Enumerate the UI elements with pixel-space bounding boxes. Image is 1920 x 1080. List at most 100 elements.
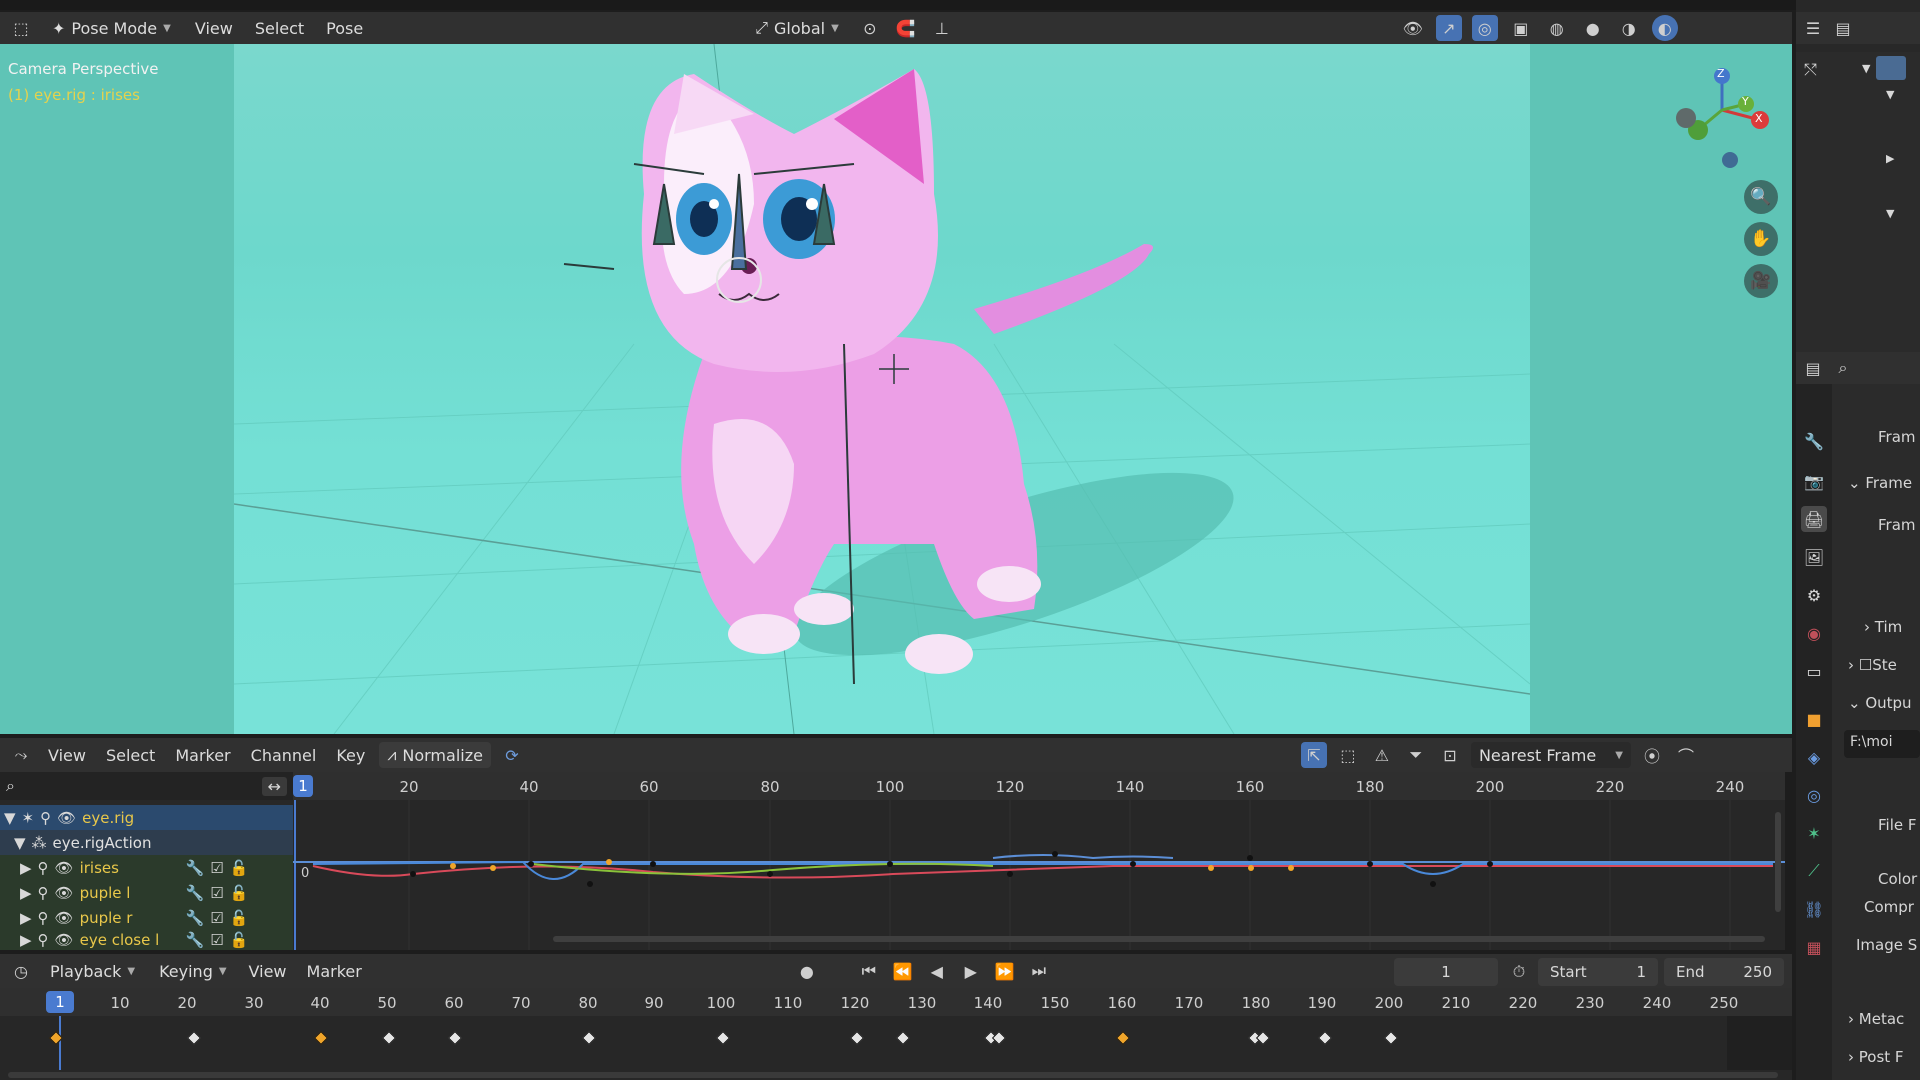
eye-icon[interactable]: 👁 (55, 931, 74, 949)
tool-tab-icon[interactable]: 🔧 (1801, 428, 1827, 454)
keyframe[interactable] (715, 1030, 731, 1046)
properties-type-icon[interactable]: ▤ (1800, 355, 1826, 381)
expand-icon[interactable]: ▼ (1862, 62, 1870, 75)
start-frame-field[interactable]: Start 1 (1538, 958, 1658, 986)
post-processing-section[interactable]: › Post F (1848, 1048, 1904, 1066)
expand-icon[interactable]: ▶ (20, 931, 32, 949)
metadata-section[interactable]: › Metac (1848, 1010, 1904, 1028)
render-tab-icon[interactable]: 📷 (1801, 468, 1827, 494)
proportional-edit-icon[interactable]: ⦿ (1639, 742, 1665, 768)
channel-row[interactable]: ▶ ⚲ 👁 puple r 🔧 ☑ 🔓 (0, 905, 293, 930)
object-tab-icon[interactable]: ■ (1801, 706, 1827, 732)
end-frame-field[interactable]: End 250 (1664, 958, 1784, 986)
texture-tab-icon[interactable]: ▦ (1801, 934, 1827, 960)
expand-icon[interactable]: ▼ (14, 834, 26, 852)
pin-icon[interactable]: ⚲ (38, 859, 49, 877)
menu-select[interactable]: Select (249, 19, 310, 38)
channel-row[interactable]: ▶ ⚲ 👁 eye close l 🔧 ☑ 🔓 (0, 930, 293, 950)
graph-h-scrollbar[interactable] (553, 936, 1765, 942)
tl-menu-view[interactable]: View (243, 962, 293, 981)
outliner-filter-icon[interactable]: ⤲ (1804, 60, 1817, 80)
keyframe[interactable] (1115, 1030, 1131, 1046)
modifier-tab-icon[interactable]: ◈ (1801, 744, 1827, 770)
stereoscopy-section[interactable]: › ☐Ste (1848, 656, 1897, 674)
wrench-icon[interactable]: 🔧 (186, 931, 205, 949)
swap-arrows-icon[interactable]: ↔ (261, 776, 287, 796)
view-layer-tab-icon[interactable]: 🖼 (1801, 544, 1827, 570)
menu-view[interactable]: View (189, 19, 239, 38)
navigation-gizmo[interactable]: Z Y X (1660, 62, 1770, 172)
playback-dropdown[interactable]: Playback ▼ (42, 958, 143, 984)
snap-mode-dropdown[interactable]: Nearest Frame ▼ (1470, 742, 1631, 768)
mode-dropdown[interactable]: ✦ Pose Mode ▼ (44, 15, 179, 41)
visibility-icon[interactable]: 👁 (1400, 15, 1426, 41)
record-icon[interactable]: ● (794, 958, 820, 984)
checkbox-icon[interactable]: ☐ (1859, 656, 1872, 674)
channel-row[interactable]: ▶ ⚲ 👁 irises 🔧 ☑ 🔓 (0, 855, 293, 880)
lock-icon[interactable]: 🔓 (230, 884, 249, 902)
pin-icon[interactable]: ⚲ (38, 909, 49, 927)
checkbox-icon[interactable]: ☑ (210, 884, 223, 902)
wrench-icon[interactable]: 🔧 (186, 884, 205, 902)
output-tab-icon[interactable]: 🖨 (1801, 506, 1827, 532)
tl-menu-marker[interactable]: Marker (301, 962, 368, 981)
ge-menu-key[interactable]: Key (330, 746, 371, 765)
wrench-icon[interactable]: 🔧 (186, 909, 205, 927)
snap-target-icon[interactable]: ⊥ (929, 15, 955, 41)
pivot-icon[interactable]: ⊙ (857, 15, 883, 41)
channel-search-input[interactable] (23, 776, 254, 796)
graph-ruler[interactable]: 1 20 40 60 80 100 120 140 160 180 200 22… (293, 772, 1785, 800)
output-path-field[interactable]: F:\moi (1844, 730, 1920, 758)
outliner-type-icon[interactable]: ☰ (1800, 15, 1826, 41)
eye-icon[interactable]: 👁 (55, 859, 74, 877)
eye-icon[interactable]: 👁 (57, 809, 76, 827)
channel-row[interactable]: ▼ ⁂ eye.rigAction (0, 830, 293, 855)
keyframe[interactable] (447, 1030, 463, 1046)
stopwatch-icon[interactable]: ⏱ (1506, 959, 1532, 985)
frame-section-header[interactable]: ⌄ Frame (1848, 474, 1912, 492)
search-icon[interactable]: ⌕ (1830, 355, 1856, 381)
expand-icon[interactable]: ▼ (1886, 207, 1894, 220)
lock-icon[interactable]: 🔓 (230, 931, 249, 949)
playhead-line[interactable] (59, 1016, 61, 1070)
orientation-dropdown[interactable]: ⤢ Global ▼ (747, 15, 847, 41)
jump-keyframe-forward-icon[interactable]: ⏩ (992, 958, 1018, 984)
expand-icon[interactable]: ▶ (20, 884, 32, 902)
checkbox-icon[interactable]: ☑ (210, 859, 223, 877)
expand-icon[interactable]: ▶ (20, 859, 32, 877)
snap-icon[interactable]: 🧲 (893, 15, 919, 41)
display-mode-icon[interactable]: ▤ (1830, 15, 1856, 41)
channel-row[interactable]: ▶ ⚲ 👁 puple l 🔧 ☑ 🔓 (0, 880, 293, 905)
scene-tab-icon[interactable]: ⚙ (1801, 582, 1827, 608)
editor-type-icon[interactable]: ⬚ (8, 15, 34, 41)
falloff-icon[interactable]: ⌒ (1673, 742, 1699, 768)
ge-menu-marker[interactable]: Marker (169, 746, 236, 765)
play-reverse-icon[interactable]: ◀ (924, 958, 950, 984)
timeline-type-icon[interactable]: ◷ (8, 958, 34, 984)
lock-icon[interactable]: 🔓 (230, 909, 249, 927)
keying-dropdown[interactable]: Keying ▼ (151, 958, 234, 984)
checkbox-icon[interactable]: ☑ (210, 931, 223, 949)
normalize-toggle[interactable]: ⩘ Normalize (379, 742, 491, 768)
camera-icon[interactable]: 🎥 (1744, 264, 1778, 298)
expand-icon[interactable]: ▶ (20, 909, 32, 927)
lock-icon[interactable]: 🔓 (230, 859, 249, 877)
graph-v-scrollbar[interactable] (1775, 812, 1781, 912)
wrench-icon[interactable]: 🔧 (186, 859, 205, 877)
refresh-icon[interactable]: ⟳ (499, 742, 525, 768)
ge-menu-select[interactable]: Select (100, 746, 161, 765)
armature-data-tab-icon[interactable]: ✶ (1801, 820, 1827, 846)
jump-keyframe-back-icon[interactable]: ⏪ (890, 958, 916, 984)
eye-icon[interactable]: 👁 (55, 909, 74, 927)
filter-icon[interactable]: ⏷ (1403, 742, 1429, 768)
ge-menu-channel[interactable]: Channel (245, 746, 323, 765)
pin-icon[interactable]: ⚲ (40, 809, 51, 827)
keyframe[interactable] (381, 1030, 397, 1046)
pivot-graph-icon[interactable]: ⊡ (1437, 742, 1463, 768)
play-icon[interactable]: ▶ (958, 958, 984, 984)
3d-viewport[interactable]: Camera Perspective (1) eye.rig : irises … (0, 44, 1792, 734)
expand-icon[interactable]: ▼ (4, 809, 16, 827)
keyframe[interactable] (313, 1030, 329, 1046)
output-section-header[interactable]: ⌄ Outpu (1848, 694, 1912, 712)
world-tab-icon[interactable]: ◉ (1801, 620, 1827, 646)
